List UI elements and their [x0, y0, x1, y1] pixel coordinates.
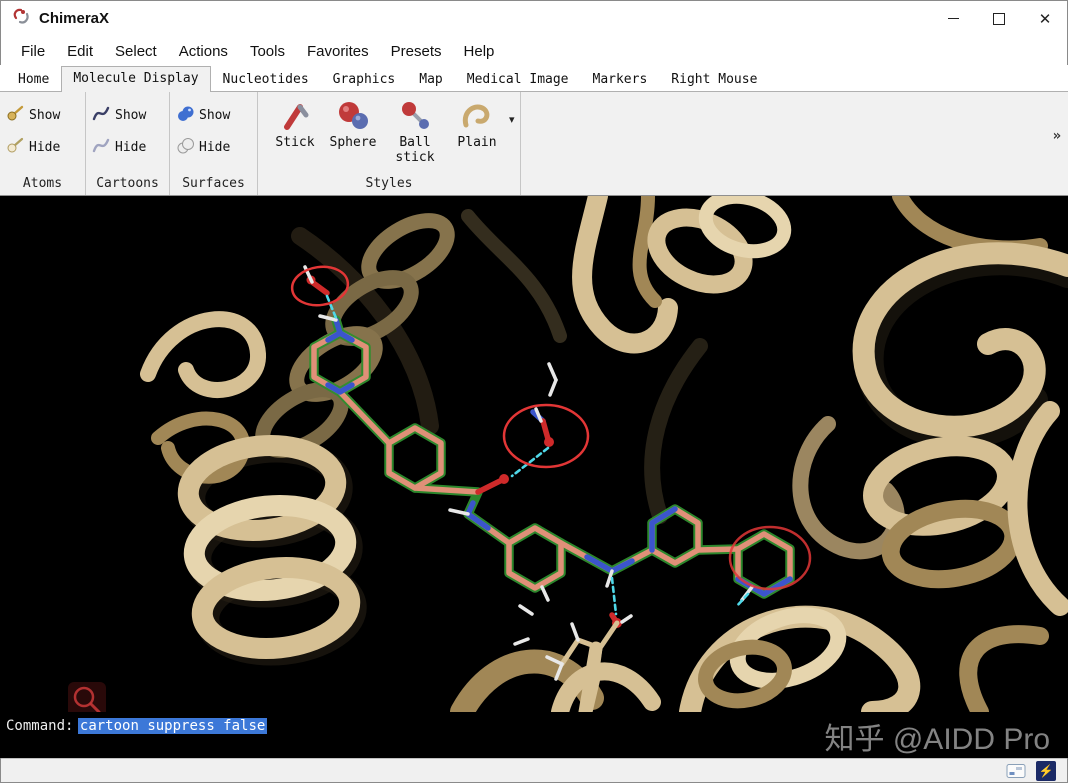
atoms-hide-icon — [6, 136, 24, 158]
rapid-access-icon[interactable] — [1006, 763, 1026, 779]
chimerax-logo-icon — [12, 6, 32, 31]
ligand-outline — [309, 315, 795, 599]
ball-stick-icon — [399, 97, 431, 135]
tab-molecule-display[interactable]: Molecule Display — [61, 66, 211, 92]
menu-select[interactable]: Select — [104, 40, 168, 63]
ball-stick-label-2: stick — [395, 150, 435, 165]
status-bar: ⚡ — [0, 758, 1068, 783]
atoms-hide-button[interactable]: Hide — [0, 131, 85, 163]
surfaces-hide-icon — [176, 136, 194, 158]
tab-home[interactable]: Home — [6, 67, 61, 91]
toolbar-group-cartoons: Show Hide Cartoons — [86, 92, 170, 195]
toolbar-group-atoms: Show Hide Atoms — [0, 92, 86, 195]
command-label: Command: — [6, 718, 74, 734]
graphics-viewport[interactable] — [0, 196, 1068, 712]
maximize-icon — [993, 12, 1005, 25]
magnifier-watermark-icon — [68, 682, 106, 712]
command-text-selected: cartoon suppress false — [77, 718, 268, 734]
atoms-hide-label: Hide — [29, 139, 61, 155]
minimize-button[interactable] — [930, 0, 976, 37]
lightning-icon[interactable]: ⚡ — [1036, 761, 1056, 781]
cartoons-hide-icon — [92, 136, 110, 158]
toolbar-overflow-button[interactable]: » — [1053, 128, 1061, 144]
ribbon-tab-bar: Home Molecule Display Nucleotides Graphi… — [0, 65, 1068, 92]
styles-dropdown-arrow-icon[interactable]: ▾ — [506, 113, 518, 126]
command-input[interactable]: cartoon suppress false — [77, 717, 268, 735]
surfaces-hide-label: Hide — [199, 139, 231, 155]
toolbar-group-surfaces: Show Hide Surfaces — [170, 92, 258, 195]
plain-style-button[interactable]: Plain — [448, 97, 506, 150]
atoms-show-button[interactable]: Show — [0, 99, 85, 131]
surfaces-hide-button[interactable]: Hide — [170, 131, 257, 163]
tab-markers[interactable]: Markers — [581, 67, 660, 91]
stick-label: Stick — [275, 135, 315, 150]
cartoons-show-label: Show — [115, 107, 147, 123]
tab-medical-image[interactable]: Medical Image — [455, 67, 581, 91]
close-button[interactable]: ✕ — [1022, 0, 1068, 37]
toolbar-spacer: » — [521, 92, 1068, 195]
cartoons-hide-button[interactable]: Hide — [86, 131, 169, 163]
menu-favorites[interactable]: Favorites — [296, 40, 380, 63]
sphere-style-button[interactable]: Sphere — [324, 97, 382, 150]
plain-label: Plain — [457, 135, 497, 150]
minimize-icon — [947, 17, 959, 20]
window-title: ChimeraX — [39, 10, 110, 27]
atoms-group-label: Atoms — [22, 176, 63, 191]
cartoons-group-label: Cartoons — [96, 176, 159, 191]
menu-help[interactable]: Help — [453, 40, 506, 63]
sphere-icon — [336, 97, 370, 135]
surfaces-show-label: Show — [199, 107, 231, 123]
close-icon: ✕ — [1038, 10, 1052, 28]
chimerax-window: ChimeraX ✕ File Edit Select Actions Tool… — [0, 0, 1068, 783]
menu-actions[interactable]: Actions — [168, 40, 239, 63]
cartoons-hide-label: Hide — [115, 139, 147, 155]
command-line-row: Command: cartoon suppress false 知乎 @AIDD… — [0, 712, 1068, 758]
atoms-show-icon — [6, 104, 24, 126]
styles-group-label: Styles — [365, 176, 413, 191]
menu-bar: File Edit Select Actions Tools Favorites… — [0, 37, 1068, 65]
ribbon-toolbar: Show Hide Atoms Show Hide Cartoons Show … — [0, 91, 1068, 196]
menu-tools[interactable]: Tools — [239, 40, 296, 63]
watermark-text: 知乎 @AIDD Pro — [824, 723, 1050, 756]
stick-icon — [280, 97, 310, 135]
stick-style-button[interactable]: Stick — [266, 97, 324, 150]
surfaces-show-button[interactable]: Show — [170, 99, 257, 131]
surfaces-show-icon — [176, 104, 194, 126]
atoms-show-label: Show — [29, 107, 61, 123]
menu-presets[interactable]: Presets — [380, 40, 453, 63]
toolbar-group-styles: Stick Sphere Ball stick Plain ▾ Styles — [258, 92, 521, 195]
cartoons-show-button[interactable]: Show — [86, 99, 169, 131]
maximize-button[interactable] — [976, 0, 1022, 37]
ball-stick-style-button[interactable]: Ball stick — [382, 97, 448, 165]
menu-file[interactable]: File — [10, 40, 56, 63]
tab-graphics[interactable]: Graphics — [321, 67, 408, 91]
plain-cartoon-icon — [460, 97, 494, 135]
title-bar: ChimeraX ✕ — [0, 0, 1068, 37]
tab-nucleotides[interactable]: Nucleotides — [211, 67, 321, 91]
tab-right-mouse[interactable]: Right Mouse — [659, 67, 769, 91]
surfaces-group-label: Surfaces — [182, 176, 245, 191]
menu-edit[interactable]: Edit — [56, 40, 104, 63]
sphere-label: Sphere — [329, 135, 377, 150]
ball-stick-label-1: Ball — [399, 135, 431, 150]
cartoons-show-icon — [92, 104, 110, 126]
tab-map[interactable]: Map — [407, 67, 454, 91]
